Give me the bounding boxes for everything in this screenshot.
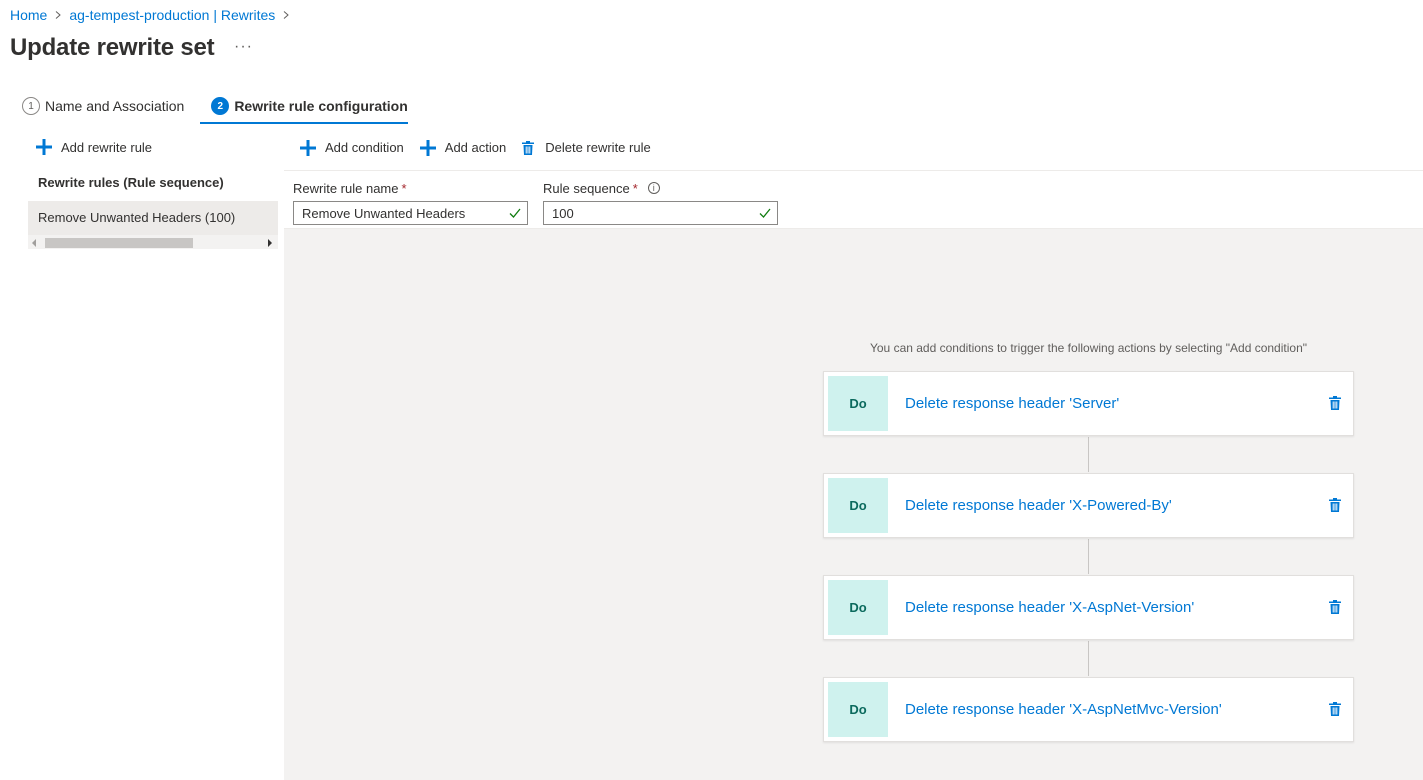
step-number-2: 2 (211, 97, 230, 115)
chevron-right-icon (282, 11, 290, 19)
rule-sequence-value: 100 (552, 205, 574, 221)
breadcrumb: Home ag-tempest-production | Rewrites (10, 7, 297, 23)
trash-icon[interactable] (1329, 497, 1343, 514)
scrollbar-thumb[interactable] (45, 238, 193, 248)
add-condition-hint: You can add conditions to trigger the fo… (869, 341, 1308, 355)
action-card: Do Delete response header 'Server' (823, 371, 1354, 436)
tab-name-and-association[interactable]: 1 Name and Association (22, 96, 184, 124)
do-badge[interactable]: Do (828, 580, 888, 635)
action-link[interactable]: Delete response header 'Server' (905, 395, 1329, 412)
action-card: Do Delete response header 'X-AspNet-Vers… (823, 575, 1354, 640)
trash-icon[interactable] (1329, 599, 1343, 616)
plus-icon (36, 139, 52, 155)
action-card: Do Delete response header 'X-AspNetMvc-V… (823, 677, 1354, 742)
connector-line (1088, 641, 1089, 676)
page-title: Update rewrite set (10, 34, 215, 61)
trash-icon[interactable] (1329, 701, 1343, 718)
rule-name-input[interactable]: Remove Unwanted Headers (293, 201, 528, 225)
chevron-right-icon (54, 11, 62, 19)
action-card: Do Delete response header 'X-Powered-By' (823, 473, 1354, 538)
add-action-label: Add action (444, 140, 507, 155)
plus-icon (300, 139, 316, 156)
toolbar: Add condition Add action Delete rewrite … (284, 125, 1423, 171)
delete-rewrite-rule-button[interactable]: Delete rewrite rule (522, 140, 651, 155)
horizontal-scrollbar[interactable] (28, 235, 278, 249)
scroll-right-arrow-icon[interactable] (268, 239, 272, 247)
do-badge[interactable]: Do (828, 376, 888, 431)
breadcrumb-resource-link[interactable]: ag-tempest-production | Rewrites (69, 7, 275, 23)
rules-panel: Add rewrite rule Rewrite rules (Rule seq… (28, 127, 278, 249)
add-rewrite-rule-label: Add rewrite rule (61, 139, 153, 155)
rule-sequence-label-text: Rule sequence (543, 180, 630, 196)
add-condition-label: Add condition (325, 140, 404, 155)
info-icon[interactable]: i (647, 182, 660, 194)
rule-sequence-label: Rule sequence * i (543, 180, 778, 196)
plus-icon (419, 139, 436, 156)
rule-name-label: Rewrite rule name * (293, 180, 528, 196)
wizard-tabs: 1 Name and Association 2 Rewrite rule co… (22, 96, 435, 124)
rule-form: Rewrite rule name * Remove Unwanted Head… (284, 171, 1423, 229)
action-link[interactable]: Delete response header 'X-AspNetMvc-Vers… (905, 701, 1329, 718)
rule-name-value: Remove Unwanted Headers (302, 205, 466, 221)
checkmark-icon (759, 207, 771, 219)
tab-label: Name and Association (45, 98, 185, 114)
rule-list-item[interactable]: Remove Unwanted Headers (100) (28, 201, 278, 235)
connector-line (1088, 539, 1089, 574)
breadcrumb-home-link[interactable]: Home (10, 7, 47, 23)
add-action-button[interactable]: Add action (419, 139, 507, 156)
do-badge[interactable]: Do (828, 682, 888, 737)
tab-label: Rewrite rule configuration (234, 98, 408, 114)
delete-rewrite-rule-label: Delete rewrite rule (545, 140, 651, 155)
action-link[interactable]: Delete response header 'X-Powered-By' (905, 497, 1329, 514)
rules-list-header: Rewrite rules (Rule sequence) (38, 175, 224, 190)
rule-sequence-input[interactable]: 100 (543, 201, 778, 225)
do-badge[interactable]: Do (828, 478, 888, 533)
required-marker: * (632, 180, 638, 196)
rule-name-label-text: Rewrite rule name (293, 180, 399, 196)
more-options-button[interactable]: ··· (234, 38, 253, 56)
trash-icon (522, 140, 536, 155)
rule-sequence-field: Rule sequence * i 100 (543, 180, 778, 225)
required-marker: * (401, 180, 407, 196)
step-number-1: 1 (22, 97, 40, 115)
checkmark-icon (509, 207, 521, 219)
action-link[interactable]: Delete response header 'X-AspNet-Version… (905, 599, 1329, 616)
tab-rewrite-rule-configuration[interactable]: 2 Rewrite rule configuration (200, 96, 409, 124)
scroll-left-arrow-icon[interactable] (32, 239, 36, 247)
rule-name-field: Rewrite rule name * Remove Unwanted Head… (293, 180, 528, 225)
add-rewrite-rule-button[interactable]: Add rewrite rule (28, 127, 278, 167)
trash-icon[interactable] (1329, 395, 1343, 412)
add-condition-button[interactable]: Add condition (300, 139, 404, 156)
connector-line (1088, 437, 1089, 472)
